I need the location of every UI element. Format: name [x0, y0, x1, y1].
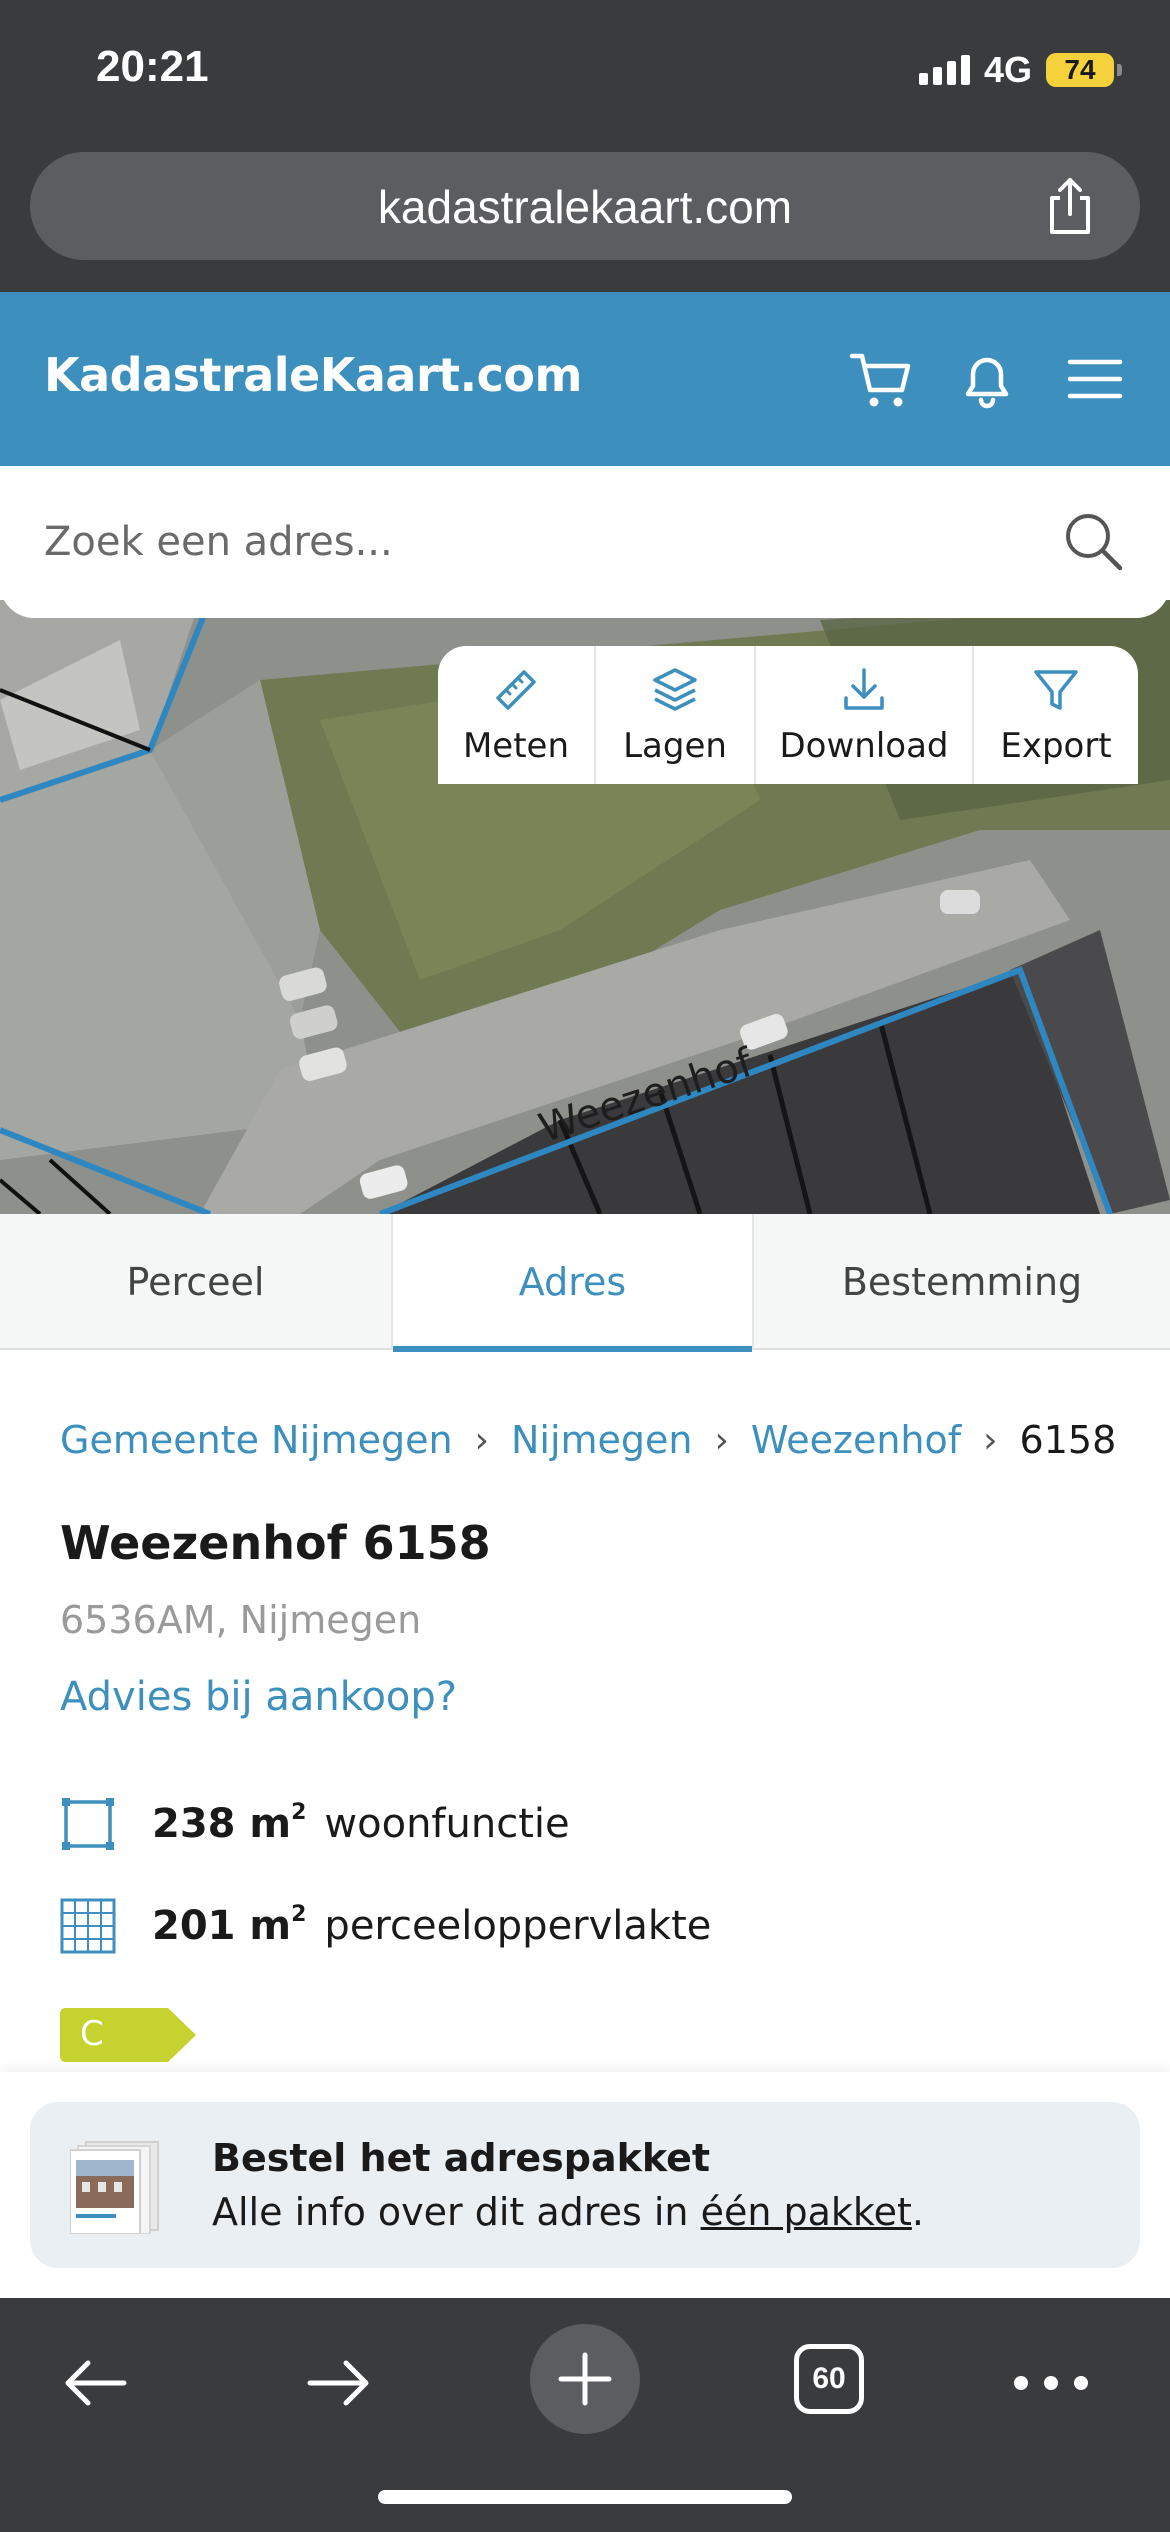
energy-label-badge: C	[60, 2008, 196, 2062]
arrow-right-icon	[307, 2360, 369, 2406]
adrespakket-banner[interactable]: Bestel het adrespakket Alle info over di…	[30, 2102, 1140, 2268]
site-logo[interactable]: KadastraleKaart.com	[44, 348, 582, 402]
ruler-icon	[496, 670, 536, 710]
layers-icon	[653, 668, 697, 711]
stat-label: perceeloppervlakte	[324, 1903, 712, 1949]
banner-description: Alle info over dit adres in één pakket.	[212, 2190, 924, 2234]
new-tab-button[interactable]	[530, 2324, 640, 2434]
breadcrumb-current: 6158	[1019, 1418, 1117, 1462]
breadcrumb: Gemeente Nijmegen › Nijmegen › Weezenhof…	[60, 1418, 1116, 1462]
parcel-grid-icon	[60, 1898, 116, 1954]
tool-label: Lagen	[623, 726, 727, 766]
chevron-right-icon: ›	[474, 1419, 489, 1461]
tabs-count-button[interactable]: 60	[794, 2344, 864, 2414]
breadcrumb-link-street[interactable]: Weezenhof	[751, 1418, 961, 1462]
download-icon	[844, 668, 884, 710]
url-bar[interactable]: kadastralekaart.com	[30, 152, 1140, 260]
adrespakket-banner-wrap: Bestel het adrespakket Alle info over di…	[0, 2072, 1170, 2298]
site-header: KadastraleKaart.com	[0, 292, 1170, 466]
search-bar	[0, 466, 1170, 618]
status-time: 20:21	[96, 42, 209, 91]
chevron-right-icon: ›	[714, 1419, 729, 1461]
search-icon[interactable]	[1060, 508, 1126, 574]
forward-button[interactable]	[294, 2338, 384, 2428]
share-icon[interactable]	[1040, 174, 1100, 238]
floor-area-icon	[62, 1798, 114, 1850]
battery-level: 74	[1064, 54, 1096, 85]
chevron-right-icon: ›	[983, 1419, 998, 1461]
plus-icon	[558, 2352, 612, 2406]
map-toolbar: Meten Lagen Download Export	[438, 646, 1138, 784]
tab-bar: Perceel Adres Bestemming	[0, 1214, 1170, 1352]
address-postal-city: 6536AM, Nijmegen	[60, 1598, 422, 1642]
back-button[interactable]	[50, 2338, 140, 2428]
tab-perceel[interactable]: Perceel	[0, 1214, 393, 1350]
url-text[interactable]: kadastralekaart.com	[30, 180, 1140, 234]
home-indicator	[378, 2490, 792, 2504]
menu-icon[interactable]	[1060, 344, 1130, 414]
tool-download[interactable]: Download	[756, 646, 974, 784]
bell-icon[interactable]	[952, 344, 1022, 414]
battery-icon: 74	[1046, 53, 1122, 87]
tab-bestemming[interactable]: Bestemming	[754, 1214, 1170, 1350]
status-bar: 20:21 4G 74	[0, 0, 1170, 150]
more-dots-icon	[1014, 2376, 1088, 2390]
tool-label: Meten	[462, 726, 570, 766]
arrow-left-icon	[65, 2360, 127, 2406]
filter-icon	[1034, 670, 1078, 710]
banner-title: Bestel het adrespakket	[212, 2136, 711, 2180]
advice-link[interactable]: Advies bij aankoop?	[60, 1674, 457, 1720]
tool-meten[interactable]: Meten	[438, 646, 596, 784]
energy-label-value: C	[80, 2014, 104, 2054]
search-input[interactable]	[44, 512, 994, 572]
tab-adres[interactable]: Adres	[393, 1214, 754, 1352]
address-title: Weezenhof 6158	[60, 1516, 491, 1570]
stat-parcel-area: 201 m2 perceeloppervlakte	[60, 1898, 711, 1954]
stat-value: 238 m2	[152, 1799, 307, 1847]
breadcrumb-link-city[interactable]: Nijmegen	[511, 1418, 693, 1462]
banner-link[interactable]: één pakket	[701, 2190, 912, 2234]
breadcrumb-link-gemeente[interactable]: Gemeente Nijmegen	[60, 1418, 453, 1462]
report-thumbnail-icon	[70, 2141, 159, 2234]
tool-export[interactable]: Export	[974, 646, 1138, 784]
status-indicators: 4G 74	[918, 49, 1122, 90]
cart-icon[interactable]	[846, 344, 916, 414]
stat-label: woonfunctie	[324, 1801, 570, 1847]
tool-label: Export	[1000, 726, 1112, 766]
stat-value: 201 m2	[152, 1901, 307, 1949]
network-type: 4G	[983, 49, 1032, 90]
tool-lagen[interactable]: Lagen	[596, 646, 756, 784]
more-button[interactable]	[1006, 2338, 1096, 2428]
tool-label: Download	[779, 726, 949, 766]
signal-icon	[918, 55, 970, 85]
stat-floor-area: 238 m2 woonfunctie	[60, 1796, 570, 1852]
